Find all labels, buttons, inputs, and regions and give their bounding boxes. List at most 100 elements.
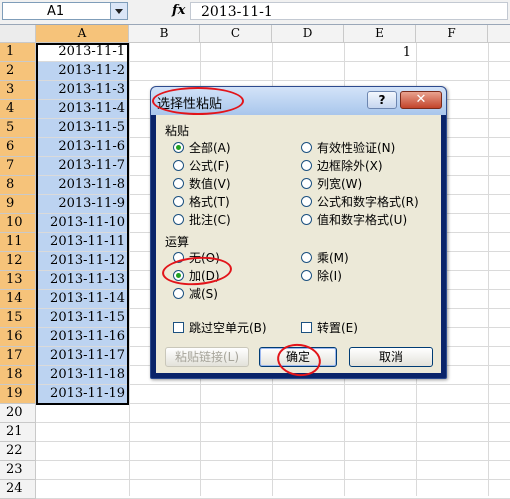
cell-a5[interactable]: 2013-11-5 <box>37 119 128 137</box>
radio-paste-formats[interactable]: 格式(T) <box>173 193 230 209</box>
row-header-14[interactable]: 14 <box>0 290 36 309</box>
row-header-5[interactable]: 5 <box>0 119 36 138</box>
cell-a14[interactable]: 2013-11-14 <box>37 290 128 308</box>
row-header-16[interactable]: 16 <box>0 328 36 347</box>
cell-a11[interactable]: 2013-11-11 <box>37 233 128 251</box>
row-header-19[interactable]: 19 <box>0 385 36 404</box>
row-header-8[interactable]: 8 <box>0 176 36 195</box>
radio-operation-subtract[interactable]: 减(S) <box>173 285 218 301</box>
row-header-21[interactable]: 21 <box>0 423 36 442</box>
radio-paste-formulas[interactable]: 公式(F) <box>173 157 229 173</box>
column-header-b[interactable]: B <box>129 25 200 43</box>
name-box-dropdown-button[interactable] <box>110 3 127 19</box>
checkbox-label: 转置(E) <box>317 320 358 335</box>
radio-paste-comments[interactable]: 批注(C) <box>173 211 231 227</box>
radio-operation-add[interactable]: 加(D) <box>173 267 220 283</box>
radio-label: 有效性验证(N) <box>317 140 396 155</box>
radio-paste-formulas-number-formats[interactable]: 公式和数字格式(R) <box>301 193 419 209</box>
radio-indicator <box>301 213 312 225</box>
radio-operation-divide[interactable]: 除(I) <box>301 267 342 283</box>
column-header-c[interactable]: C <box>200 25 272 43</box>
radio-indicator <box>173 213 184 225</box>
close-button[interactable]: ✕ <box>400 91 442 109</box>
row-header-7[interactable]: 7 <box>0 157 36 176</box>
cell-a15[interactable]: 2013-11-15 <box>37 309 128 327</box>
cell-e1[interactable]: 1 <box>345 44 415 62</box>
radio-indicator <box>173 251 184 263</box>
cell-a6[interactable]: 2013-11-6 <box>37 138 128 156</box>
paste-link-button[interactable]: 粘贴链接(L) <box>165 347 249 367</box>
help-button[interactable]: ? <box>367 91 397 109</box>
checkbox-indicator <box>173 321 184 333</box>
cell-a4[interactable]: 2013-11-4 <box>37 100 128 118</box>
column-header-a[interactable]: A <box>36 25 129 43</box>
row-header-22[interactable]: 22 <box>0 442 36 461</box>
row-header-6[interactable]: 6 <box>0 138 36 157</box>
row-header-3[interactable]: 3 <box>0 81 36 100</box>
radio-label: 数值(V) <box>189 176 231 191</box>
cell-a10[interactable]: 2013-11-10 <box>37 214 128 232</box>
ok-button[interactable]: 确定 <box>259 347 337 367</box>
cell-a9[interactable]: 2013-11-9 <box>37 195 128 213</box>
radio-paste-all-except-borders[interactable]: 边框除外(X) <box>301 157 383 173</box>
row-header-18[interactable]: 18 <box>0 366 36 385</box>
column-header-g-partial[interactable] <box>488 25 510 43</box>
row-header-4[interactable]: 4 <box>0 100 36 119</box>
column-header-d[interactable]: D <box>272 25 344 43</box>
column-header-e[interactable]: E <box>344 25 416 43</box>
row-header-10[interactable]: 10 <box>0 214 36 233</box>
cell-a18[interactable]: 2013-11-18 <box>37 366 128 384</box>
radio-indicator <box>173 287 184 299</box>
row-header-13[interactable]: 13 <box>0 271 36 290</box>
row-header-2[interactable]: 2 <box>0 62 36 81</box>
cell-a8[interactable]: 2013-11-8 <box>37 176 128 194</box>
checkbox-skip-blanks[interactable]: 跳过空单元(B) <box>173 319 267 335</box>
dialog-titlebar[interactable]: 选择性粘贴 ? ✕ <box>151 87 446 115</box>
radio-paste-column-widths[interactable]: 列宽(W) <box>301 175 362 191</box>
paste-special-dialog: 选择性粘贴 ? ✕ 粘贴 全部(A) 公式(F) 数值(V) 格式(T) 批注(… <box>150 86 447 379</box>
row-header-24[interactable]: 24 <box>0 480 36 499</box>
cell-a12[interactable]: 2013-11-12 <box>37 252 128 270</box>
radio-label: 公式和数字格式(R) <box>317 194 419 209</box>
radio-label: 格式(T) <box>189 194 230 209</box>
radio-label: 边框除外(X) <box>317 158 383 173</box>
cell-a19[interactable]: 2013-11-19 <box>37 385 128 403</box>
formula-input[interactable]: 2013-11-1 <box>190 2 508 20</box>
radio-paste-validation[interactable]: 有效性验证(N) <box>301 139 395 155</box>
radio-paste-values[interactable]: 数值(V) <box>173 175 231 191</box>
cell-a13[interactable]: 2013-11-13 <box>37 271 128 289</box>
row-header-23[interactable]: 23 <box>0 461 36 480</box>
radio-indicator <box>301 195 312 207</box>
formula-text: 2013-11-1 <box>201 4 273 20</box>
radio-indicator <box>301 159 312 171</box>
row-header-20[interactable]: 20 <box>0 404 36 423</box>
cell-a1[interactable]: 2013-11-1 <box>37 43 128 61</box>
radio-label: 值和数字格式(U) <box>317 212 408 227</box>
radio-label: 全部(A) <box>189 140 231 155</box>
select-all-corner[interactable] <box>0 25 36 43</box>
radio-indicator <box>301 177 312 189</box>
row-header-12[interactable]: 12 <box>0 252 36 271</box>
cell-a2[interactable]: 2013-11-2 <box>37 62 128 80</box>
cell-a7[interactable]: 2013-11-7 <box>37 157 128 175</box>
column-header-f[interactable]: F <box>416 25 488 43</box>
radio-label: 加(D) <box>189 268 220 283</box>
radio-paste-all[interactable]: 全部(A) <box>173 139 231 155</box>
function-icon[interactable]: fx <box>172 3 185 18</box>
radio-indicator <box>173 177 184 189</box>
cell-a3[interactable]: 2013-11-3 <box>37 81 128 99</box>
row-header-9[interactable]: 9 <box>0 195 36 214</box>
cancel-button[interactable]: 取消 <box>349 347 433 367</box>
checkbox-transpose[interactable]: 转置(E) <box>301 319 358 335</box>
radio-operation-multiply[interactable]: 乘(M) <box>301 249 349 265</box>
row-header-15[interactable]: 15 <box>0 309 36 328</box>
radio-indicator <box>301 251 312 263</box>
radio-paste-values-number-formats[interactable]: 值和数字格式(U) <box>301 211 407 227</box>
radio-operation-none[interactable]: 无(O) <box>173 249 220 265</box>
row-header-17[interactable]: 17 <box>0 347 36 366</box>
cell-a16[interactable]: 2013-11-16 <box>37 328 128 346</box>
row-header-1[interactable]: 1 <box>0 43 36 62</box>
row-header-11[interactable]: 11 <box>0 233 36 252</box>
name-box[interactable]: A1 <box>2 2 128 20</box>
cell-a17[interactable]: 2013-11-17 <box>37 347 128 365</box>
